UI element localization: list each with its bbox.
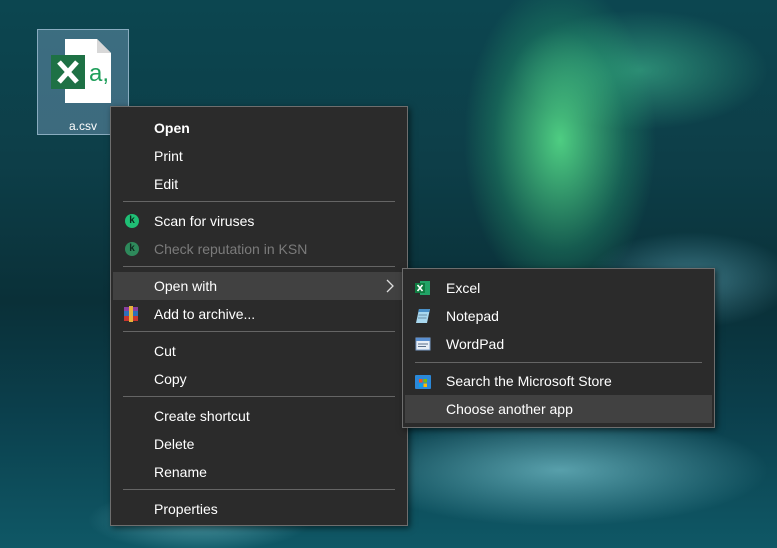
kaspersky-icon: k <box>125 214 139 228</box>
winrar-icon <box>124 306 138 322</box>
menu-separator <box>123 331 395 332</box>
menu-item-label: Delete <box>154 436 195 452</box>
microsoft-store-icon <box>415 375 431 389</box>
menu-item-check-reputation: k Check reputation in KSN <box>113 235 405 263</box>
submenu-item-notepad[interactable]: Notepad <box>405 302 712 330</box>
menu-separator <box>123 201 395 202</box>
menu-item-label: Scan for viruses <box>154 213 255 229</box>
menu-item-create-shortcut[interactable]: Create shortcut <box>113 402 405 430</box>
menu-item-add-to-archive[interactable]: Add to archive... <box>113 300 405 328</box>
menu-separator <box>123 396 395 397</box>
open-with-submenu: Excel Notepad WordPad Search the Microso… <box>402 268 715 428</box>
notepad-icon <box>416 309 430 323</box>
menu-item-open-with[interactable]: Open with <box>113 272 405 300</box>
menu-item-label: Excel <box>446 280 481 296</box>
menu-item-properties[interactable]: Properties <box>113 495 405 523</box>
menu-item-delete[interactable]: Delete <box>113 430 405 458</box>
context-menu: Open Print Edit k Scan for viruses k Che… <box>110 106 408 526</box>
kaspersky-icon: k <box>125 242 139 256</box>
submenu-item-excel[interactable]: Excel <box>405 274 712 302</box>
menu-item-cut[interactable]: Cut <box>113 337 405 365</box>
menu-item-rename[interactable]: Rename <box>113 458 405 486</box>
menu-item-label: Copy <box>154 371 187 387</box>
menu-item-print[interactable]: Print <box>113 142 405 170</box>
menu-separator <box>123 266 395 267</box>
menu-item-label: Search the Microsoft Store <box>446 373 612 389</box>
chevron-right-icon <box>386 279 394 293</box>
menu-separator <box>415 362 702 363</box>
menu-item-label: Print <box>154 148 183 164</box>
menu-item-scan-for-viruses[interactable]: k Scan for viruses <box>113 207 405 235</box>
menu-item-label: Open with <box>154 278 218 294</box>
submenu-item-choose-another-app[interactable]: Choose another app <box>405 395 712 423</box>
menu-item-label: Edit <box>154 176 179 192</box>
wordpad-icon <box>415 337 431 351</box>
menu-item-label: Add to archive... <box>154 306 256 322</box>
menu-item-label: Rename <box>154 464 207 480</box>
menu-item-copy[interactable]: Copy <box>113 365 405 393</box>
menu-item-label: Properties <box>154 501 218 517</box>
menu-item-label: Open <box>154 120 190 136</box>
menu-item-label: Cut <box>154 343 176 359</box>
excel-icon <box>415 281 430 295</box>
menu-item-label: Choose another app <box>446 401 573 417</box>
menu-item-label: Check reputation in KSN <box>154 241 308 257</box>
menu-item-label: Create shortcut <box>154 408 250 424</box>
svg-text:a,: a, <box>89 60 109 87</box>
submenu-item-wordpad[interactable]: WordPad <box>405 330 712 358</box>
menu-item-open[interactable]: Open <box>113 114 405 142</box>
excel-csv-file-icon: a, <box>51 39 111 103</box>
menu-item-label: WordPad <box>446 336 505 352</box>
menu-item-edit[interactable]: Edit <box>113 170 405 198</box>
submenu-item-search-store[interactable]: Search the Microsoft Store <box>405 367 712 395</box>
menu-separator <box>123 489 395 490</box>
menu-item-label: Notepad <box>446 308 499 324</box>
